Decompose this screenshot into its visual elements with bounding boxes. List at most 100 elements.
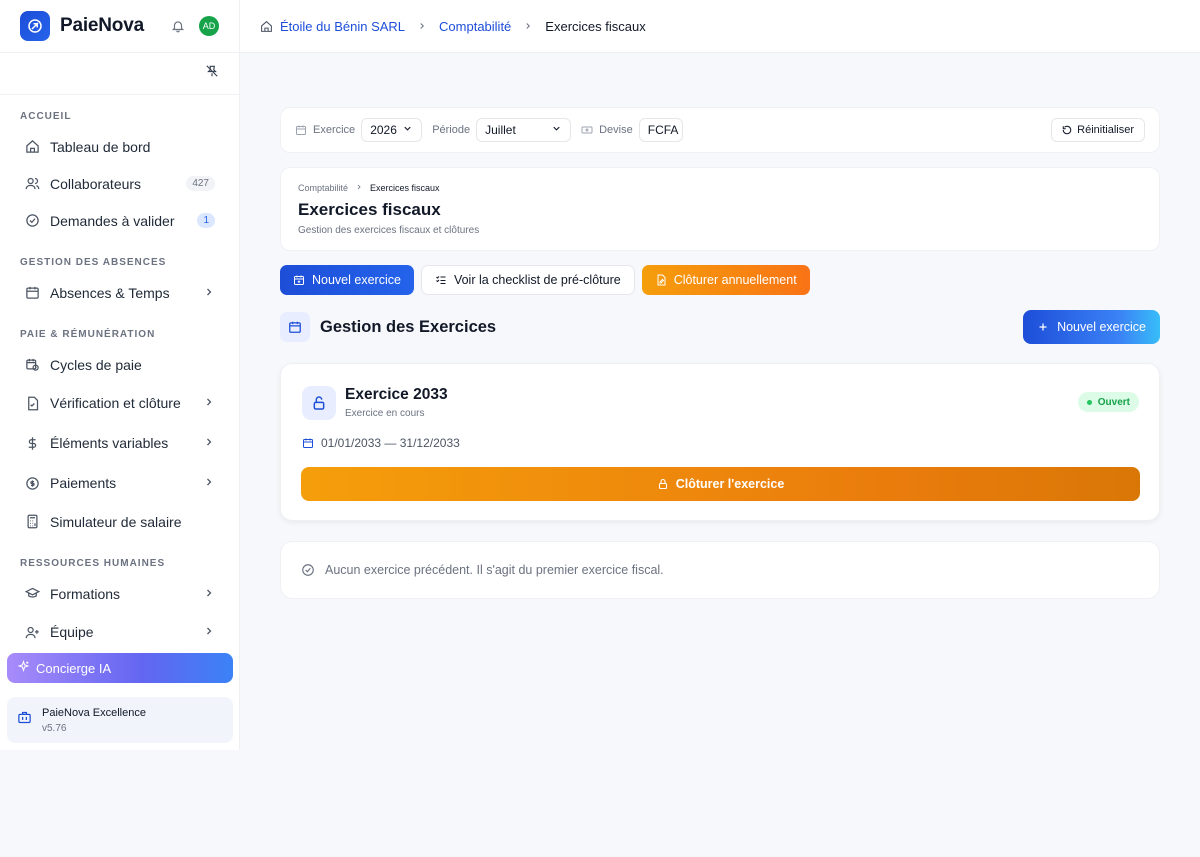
checklist-button[interactable]: Voir la checklist de pré-clôture xyxy=(420,265,635,295)
check-circle-icon xyxy=(24,213,40,229)
sidebar-item-tableau-de-bord[interactable]: Tableau de bord xyxy=(0,128,239,165)
exercice-select[interactable]: 2026 xyxy=(361,118,423,142)
close-year-label: Clôturer annuellement xyxy=(673,273,797,287)
graduation-cap-icon xyxy=(24,586,40,602)
page-subtitle: Gestion des exercices fiscaux et clôture… xyxy=(298,225,480,236)
devise-select[interactable]: FCFA xyxy=(638,118,683,142)
plus-icon xyxy=(1039,323,1047,331)
sidebar: PaieNova AD ACCUEIL Tableau de bord Coll… xyxy=(0,0,240,750)
new-exercise-label: Nouvel exercice xyxy=(312,273,401,287)
sidebar-item-verification[interactable]: Vérification et clôture xyxy=(0,383,239,423)
mini-breadcrumb-comptabilite[interactable]: Comptabilité xyxy=(298,183,348,193)
chevron-right-icon xyxy=(203,395,215,411)
section-title-absences: GESTION DES ABSENCES xyxy=(20,257,167,268)
users-icon xyxy=(24,176,40,192)
concierge-ia-button[interactable]: Concierge IA xyxy=(7,653,233,683)
sidebar-nav: ACCUEIL Tableau de bord Collaborateurs 4… xyxy=(0,95,239,650)
unpin-icon[interactable] xyxy=(205,64,219,83)
count-badge: 1 xyxy=(197,213,215,228)
bell-icon[interactable] xyxy=(171,19,185,33)
unlock-icon xyxy=(302,386,336,420)
main-content: Exercice 2026 Période Juillet Devise FCF… xyxy=(240,53,1200,857)
pin-row xyxy=(0,53,239,95)
sidebar-item-paiements[interactable]: Paiements xyxy=(0,463,239,503)
sidebar-item-label: Éléments variables xyxy=(50,435,169,451)
status-badge: Ouvert xyxy=(1077,392,1139,412)
calendar-icon xyxy=(280,312,310,342)
chevron-down-icon xyxy=(402,123,413,137)
periode-select[interactable]: Juillet xyxy=(476,118,572,142)
chevron-down-icon xyxy=(551,123,562,137)
mini-breadcrumb-current: Exercices fiscaux xyxy=(370,183,440,193)
sidebar-item-cycles[interactable]: Cycles de paie xyxy=(0,346,239,383)
sidebar-item-label: Simulateur de salaire xyxy=(50,513,182,530)
checklist-label: Voir la checklist de pré-clôture xyxy=(453,273,621,287)
calendar-icon xyxy=(24,285,40,301)
chevron-right-icon xyxy=(203,624,215,640)
coin-icon xyxy=(24,475,40,491)
close-year-button[interactable]: Clôturer annuellement xyxy=(641,265,810,295)
new-exercise-primary-label: Nouvel exercice xyxy=(1057,320,1146,334)
sidebar-item-label: Formations xyxy=(50,585,121,602)
home-icon xyxy=(24,139,40,155)
version-number: v5.76 xyxy=(42,722,67,734)
calendar-icon xyxy=(303,438,313,448)
sidebar-item-label: Vérification et clôture xyxy=(50,395,181,411)
version-title: PaieNova Excellence xyxy=(42,706,146,719)
version-card: PaieNova Excellence v5.76 xyxy=(7,697,233,743)
page-header-card: Comptabilité Exercices fiscaux Exercices… xyxy=(280,167,1160,251)
section-title-accueil: ACCUEIL xyxy=(20,111,72,122)
reset-label: Réinitialiser xyxy=(1077,124,1134,136)
devise-select-value: FCFA xyxy=(647,123,679,137)
app-logo-icon[interactable] xyxy=(20,11,50,41)
exercise-subtitle: Exercice en cours xyxy=(345,408,425,419)
sidebar-item-absences[interactable]: Absences & Temps xyxy=(0,274,239,311)
exercise-date-range: 01/01/2033 — 31/12/2033 xyxy=(321,436,460,450)
empty-state-message: Aucun exercice précédent. Il s'agit du p… xyxy=(325,563,664,577)
status-dot xyxy=(1086,399,1092,405)
new-exercise-button[interactable]: Nouvel exercice xyxy=(280,265,414,295)
section-title-paie: PAIE & RÉMUNÉRATION xyxy=(20,329,156,340)
section-header: Gestion des Exercices Nouvel exercice xyxy=(280,310,1160,344)
sidebar-item-label: Demandes à valider xyxy=(50,212,175,229)
briefcase-icon xyxy=(17,710,32,730)
reset-button[interactable]: Réinitialiser xyxy=(1051,118,1145,142)
calculator-icon xyxy=(24,514,40,530)
calendar-clock-icon xyxy=(24,357,40,373)
avatar[interactable]: AD xyxy=(199,16,219,36)
chevron-right-icon xyxy=(203,586,215,602)
file-check-icon xyxy=(24,395,40,411)
sidebar-item-label: Cycles de paie xyxy=(50,356,142,373)
breadcrumb: Comptabilité Exercices fiscaux xyxy=(298,183,1142,193)
sidebar-item-label: Collaborateurs xyxy=(50,175,142,192)
page-title: Exercices fiscaux xyxy=(298,200,441,219)
new-exercise-primary-button[interactable]: Nouvel exercice xyxy=(1023,310,1160,344)
sidebar-item-equipe[interactable]: Équipe xyxy=(0,612,239,650)
close-exercise-button[interactable]: Clôturer l'exercice xyxy=(301,467,1140,501)
chevron-right-icon xyxy=(203,435,215,451)
calendar-plus-icon xyxy=(294,275,304,285)
sidebar-item-collaborateurs[interactable]: Collaborateurs 427 xyxy=(0,165,239,202)
sidebar-item-elements-variables[interactable]: Éléments variables xyxy=(0,423,239,463)
sidebar-item-simulateur[interactable]: Simulateur de salaire xyxy=(0,503,239,540)
check-circle-icon xyxy=(302,564,314,576)
sidebar-item-formations[interactable]: Formations xyxy=(0,575,239,612)
section-title-rh: RESSOURCES HUMAINES xyxy=(20,558,166,569)
breadcrumb-company[interactable]: Étoile du Bénin SARL xyxy=(280,19,405,34)
sidebar-item-label: Équipe xyxy=(50,624,94,640)
refresh-icon xyxy=(1062,125,1072,135)
topbar: Étoile du Bénin SARL Comptabilité Exerci… xyxy=(240,0,1200,53)
devise-filter-label: Devise xyxy=(581,124,633,136)
sidebar-item-demandes[interactable]: Demandes à valider 1 xyxy=(0,202,239,239)
empty-state-card: Aucun exercice précédent. Il s'agit du p… xyxy=(280,541,1160,599)
devise-label-text: Devise xyxy=(599,124,633,136)
exercise-title: Exercice 2033 xyxy=(345,386,448,403)
section-title: Gestion des Exercices xyxy=(320,317,497,336)
chevron-right-icon xyxy=(203,475,215,491)
count-badge: 427 xyxy=(186,176,215,191)
calendar-icon xyxy=(296,125,306,135)
concierge-label: Concierge IA xyxy=(36,660,112,676)
home-icon[interactable] xyxy=(260,20,273,33)
breadcrumb-comptabilite[interactable]: Comptabilité xyxy=(439,19,511,34)
brand-name[interactable]: PaieNova xyxy=(60,15,144,37)
